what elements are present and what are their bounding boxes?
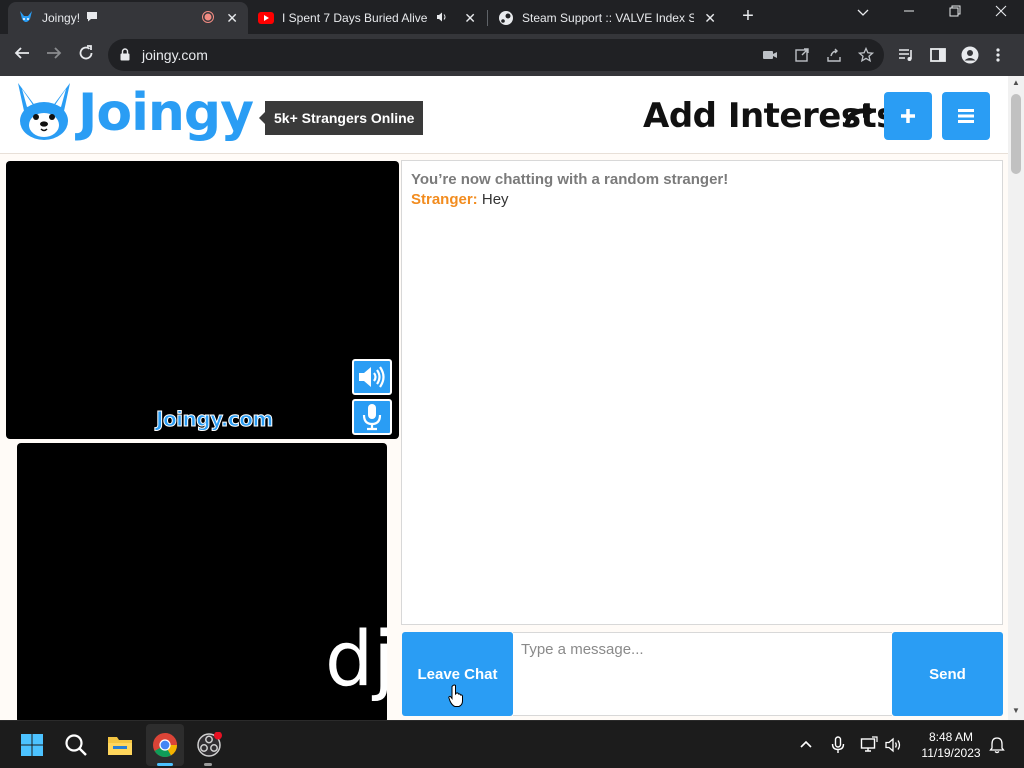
tab-title: I Spent 7 Days Buried Alive - bbox=[282, 11, 430, 25]
system-message: You’re now chatting with a random strang… bbox=[411, 171, 729, 188]
menu-button[interactable] bbox=[942, 92, 990, 140]
page-scrollbar[interactable]: ▲ ▼ bbox=[1008, 76, 1024, 720]
volume-button[interactable] bbox=[352, 359, 392, 395]
tab-strip: Joingy! ✕ I Spent 7 Days Buried Alive - … bbox=[0, 0, 1024, 34]
tab-steam[interactable]: Steam Support :: VALVE Index Sys ✕ bbox=[488, 2, 726, 34]
share-icon[interactable] bbox=[826, 47, 842, 63]
speaker-icon bbox=[359, 366, 385, 388]
joingy-favicon bbox=[18, 10, 34, 26]
back-icon[interactable] bbox=[10, 43, 34, 67]
obs-icon[interactable] bbox=[195, 731, 223, 759]
obs-running-indicator bbox=[204, 763, 212, 766]
profile-icon[interactable] bbox=[961, 46, 979, 64]
bunny-mascot-icon bbox=[14, 81, 74, 146]
steam-favicon bbox=[498, 10, 514, 26]
speaker-icon bbox=[436, 11, 448, 26]
online-count-badge: 5k+ Strangers Online bbox=[258, 101, 424, 135]
scroll-up-icon[interactable]: ▲ bbox=[1012, 78, 1020, 87]
menu-icon[interactable] bbox=[995, 46, 1013, 64]
tab-close-icon[interactable]: ✕ bbox=[464, 10, 476, 27]
microphone-button[interactable] bbox=[352, 399, 392, 435]
chat-bubble-icon bbox=[86, 11, 98, 25]
youtube-favicon bbox=[258, 10, 274, 26]
self-video-overlay-text: dj bbox=[325, 614, 395, 703]
tab-joingy[interactable]: Joingy! ✕ bbox=[8, 2, 248, 34]
clock-date: 11/19/2023 bbox=[921, 746, 981, 760]
curved-arrow-icon bbox=[844, 104, 877, 131]
restore-icon[interactable] bbox=[943, 4, 967, 20]
tab-title: Steam Support :: VALVE Index Sys bbox=[522, 11, 694, 25]
microphone-icon bbox=[362, 404, 382, 431]
windows-taskbar: 8:48 AM 11/19/2023 bbox=[0, 720, 1024, 768]
logo-text: Joingy bbox=[78, 83, 254, 143]
close-window-icon[interactable] bbox=[989, 4, 1013, 20]
tab-close-icon[interactable]: ✕ bbox=[704, 10, 716, 27]
tab-close-icon[interactable]: ✕ bbox=[226, 10, 238, 27]
joingy-logo[interactable]: Joingy bbox=[14, 81, 254, 146]
scroll-down-icon[interactable]: ▼ bbox=[1012, 706, 1020, 715]
stranger-video: Joingy.com bbox=[6, 161, 399, 439]
self-video: dj bbox=[17, 443, 394, 720]
forward-icon[interactable] bbox=[42, 43, 66, 67]
hamburger-icon bbox=[958, 109, 974, 123]
lock-icon[interactable] bbox=[120, 48, 130, 66]
browser-toolbar: joingy.com bbox=[0, 34, 1024, 76]
address-bar[interactable]: joingy.com bbox=[108, 39, 884, 71]
chrome-icon[interactable] bbox=[151, 731, 179, 759]
file-explorer-icon[interactable] bbox=[106, 731, 134, 759]
new-tab-icon[interactable]: + bbox=[738, 6, 758, 28]
clock-time: 8:48 AM bbox=[928, 730, 974, 744]
chat-message: Stranger: Hey bbox=[411, 191, 509, 208]
media-queue-icon[interactable] bbox=[897, 46, 915, 64]
joingy-page: Joingy 5k+ Strangers Online Add Interest… bbox=[0, 76, 1008, 720]
message-input[interactable] bbox=[513, 632, 892, 716]
microphone-tray-icon[interactable] bbox=[829, 736, 847, 754]
scrollbar-thumb[interactable] bbox=[1011, 94, 1021, 174]
chevron-up-icon[interactable] bbox=[797, 736, 815, 754]
star-icon[interactable] bbox=[857, 46, 875, 63]
volume-tray-icon[interactable] bbox=[885, 736, 903, 754]
reload-icon[interactable] bbox=[74, 43, 98, 67]
chrome-active-indicator bbox=[157, 763, 173, 766]
tab-search-icon[interactable] bbox=[851, 4, 875, 20]
message-sender: Stranger: bbox=[411, 191, 478, 208]
system-clock[interactable]: 8:48 AM 11/19/2023 bbox=[916, 729, 986, 761]
network-icon[interactable] bbox=[860, 736, 878, 754]
hand-cursor-icon bbox=[448, 684, 464, 713]
send-button[interactable]: Send bbox=[892, 632, 1003, 716]
tab-title: Joingy! bbox=[42, 11, 81, 25]
message-text: Hey bbox=[477, 191, 509, 208]
recording-icon bbox=[202, 10, 215, 26]
chat-log: You’re now chatting with a random strang… bbox=[401, 160, 1003, 625]
video-watermark: Joingy.com bbox=[156, 407, 274, 432]
open-external-icon[interactable] bbox=[794, 47, 810, 63]
camera-icon[interactable] bbox=[762, 47, 778, 63]
sidebar-icon[interactable] bbox=[929, 46, 947, 64]
tab-youtube[interactable]: I Spent 7 Days Buried Alive - ✕ bbox=[248, 2, 486, 34]
add-interest-button[interactable] bbox=[884, 92, 932, 140]
minimize-icon[interactable] bbox=[897, 4, 921, 20]
notification-bell-icon[interactable] bbox=[988, 736, 1006, 754]
plus-icon bbox=[901, 109, 915, 123]
site-header: Joingy 5k+ Strangers Online Add Interest… bbox=[0, 76, 1008, 154]
search-icon[interactable] bbox=[62, 731, 90, 759]
windows-start-icon[interactable] bbox=[18, 731, 46, 759]
url-text[interactable]: joingy.com bbox=[142, 47, 208, 63]
